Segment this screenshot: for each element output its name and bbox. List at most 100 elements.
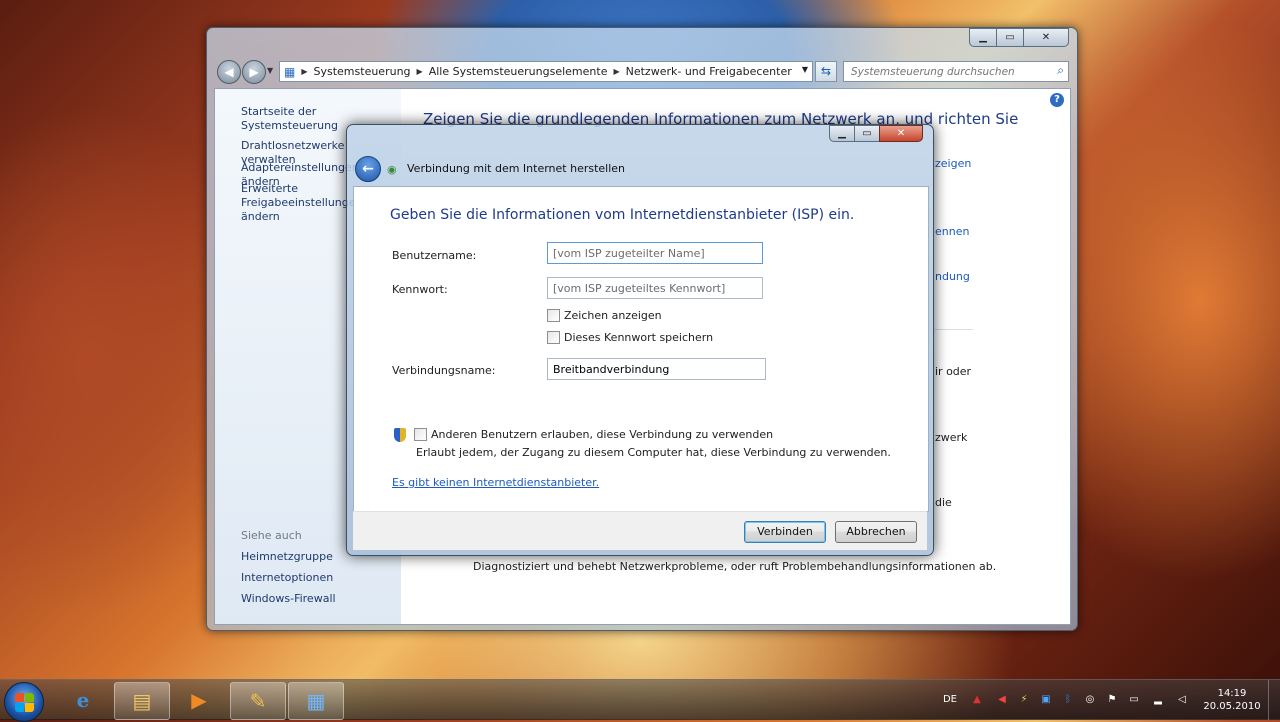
network-globe-icon: ◉ [387,163,397,176]
start-button[interactable] [4,682,44,722]
windows-logo-icon [14,692,24,702]
tray-network-icon[interactable]: ▣ [1040,694,1052,706]
checkbox-box[interactable] [547,309,560,322]
tray-volume-icon[interactable]: ◁ [1176,694,1188,706]
connect-button[interactable]: Verbinden [744,521,826,543]
dialog-instruction: Geben Sie die Informationen vom Internet… [390,207,855,223]
taskbar-paint[interactable]: ✎ [230,682,286,720]
close-button[interactable]: ✕ [1023,28,1069,47]
paint-icon: ✎ [249,689,267,713]
checkbox-box[interactable] [547,331,560,344]
password-label: Kennwort: [392,283,448,296]
link-homegroup[interactable]: Heimnetzgruppe [241,550,333,564]
back-button[interactable]: ◀ [217,60,241,84]
partial-link[interactable]: zeigen [935,157,971,170]
partial-text: zwerk [935,431,968,444]
refresh-icon: ⇆ [820,64,832,78]
internet-explorer-icon: e [76,688,90,712]
breadcrumb-all-items[interactable]: Alle Systemsteuerungselemente [429,65,608,78]
dialog-back-button[interactable]: ← [355,156,381,182]
clock-date: 20.05.2010 [1203,701,1261,712]
dialog-body: Geben Sie die Informationen vom Internet… [353,186,929,512]
address-bar[interactable]: ▦ ▶ Systemsteuerung ▶ Alle Systemsteueru… [279,61,813,82]
tray-signal-icon[interactable]: ▂ [1152,694,1164,706]
save-password-label: Dieses Kennwort speichern [564,331,714,344]
username-field[interactable] [547,242,763,264]
help-icon[interactable]: ? [1050,93,1064,107]
uac-shield-icon [394,428,406,442]
recent-pages-dropdown[interactable]: ▼ [267,66,273,75]
media-player-icon: ▶ [191,688,207,712]
clock-time: 14:19 [1217,688,1247,699]
see-also-heading: Siehe auch [241,529,302,542]
password-field[interactable] [547,277,763,299]
connection-name-label: Verbindungsname: [392,364,496,377]
username-label: Benutzername: [392,249,477,262]
link-windows-firewall[interactable]: Windows-Firewall [241,592,336,606]
dialog-header: ← ◉ Verbindung mit dem Internet herstell… [353,153,927,186]
link-internet-options[interactable]: Internetoptionen [241,571,333,585]
show-desktop-button[interactable] [1268,680,1280,720]
partial-text: die [935,496,952,509]
search-box[interactable]: ⌕ [843,61,1069,82]
tray-safely-remove-icon[interactable]: ▭ [1128,694,1140,706]
allow-others-description: Erlaubt jedem, der Zugang zu diesem Comp… [416,446,891,459]
no-isp-link[interactable]: Es gibt keinen Internetdienstanbieter. [392,476,599,489]
show-characters-checkbox[interactable]: Zeichen anzeigen [547,309,662,322]
dialog-minimize-button[interactable]: ▁ [829,125,855,142]
breadcrumb-network-center[interactable]: Netzwerk- und Freigabecenter [626,65,792,78]
window-caption-buttons: ▁ ▭ ✕ [969,28,1069,47]
search-icon[interactable]: ⌕ [1057,63,1064,78]
forward-button[interactable]: ▶ [242,60,266,84]
partial-link[interactable]: ndung [935,270,970,283]
back-arrow-icon: ◀ [224,65,234,79]
tray-action-center-icon[interactable]: ⚑ [1106,694,1118,706]
refresh-button[interactable]: ⇆ [815,61,837,82]
windows-logo-icon [14,702,24,712]
allow-others-label: Anderen Benutzern erlauben, diese Verbin… [431,428,774,441]
allow-others-checkbox[interactable]: Anderen Benutzern erlauben, diese Verbin… [414,428,773,441]
taskbar-explorer[interactable]: ▤ [114,682,170,720]
taskbar-control-panel[interactable]: ▦ [288,682,344,720]
checkbox-box[interactable] [414,428,427,441]
show-characters-label: Zeichen anzeigen [564,309,662,322]
connection-name-field[interactable] [547,358,766,380]
partial-link[interactable]: ennen [935,225,969,238]
language-indicator[interactable]: DE [942,694,958,706]
partial-text: ir oder [935,365,972,378]
back-arrow-icon: ← [362,161,374,177]
tray-device-icon[interactable]: ◎ [1084,694,1096,706]
windows-logo-icon [24,702,34,712]
taskbar-internet-explorer[interactable]: e [56,682,110,718]
dialog-caption-buttons: ▁ ▭ ✕ [829,125,923,142]
connect-to-internet-dialog: ▁ ▭ ✕ ← ◉ Verbindung mit dem Internet he… [346,124,934,556]
cancel-button[interactable]: Abbrechen [835,521,917,543]
breadcrumb-systemsteuerung[interactable]: Systemsteuerung [314,65,411,78]
dialog-close-button[interactable]: ✕ [879,125,923,142]
tray-flag-icon[interactable]: ▲ [971,694,983,706]
search-input[interactable] [849,64,1043,79]
taskbar-clock[interactable]: 14:19 20.05.2010 [1200,687,1264,713]
dialog-title: Verbindung mit dem Internet herstellen [407,162,626,175]
address-dropdown-icon[interactable]: ▼ [802,65,808,74]
troubleshoot-description: Diagnostiziert und behebt Netzwerkproble… [473,560,997,573]
breadcrumb-separator-icon: ▶ [416,67,423,76]
save-password-checkbox[interactable]: Dieses Kennwort speichern [547,331,713,344]
taskbar-media-player[interactable]: ▶ [172,682,226,718]
folder-icon: ▤ [132,689,152,713]
windows-logo-icon [24,692,34,702]
tray-bluetooth-icon[interactable]: ᛒ [1062,694,1074,706]
network-center-icon: ▦ [306,689,326,713]
link-advanced-sharing-1[interactable]: Erweiterte [241,182,298,196]
taskbar: e ▤ ▶ ✎ ▦ DE ▲ ◀ ⚡ ▣ ᛒ ◎ ⚑ ▭ ▂ ◁ 14:19 2… [0,679,1280,722]
forward-arrow-icon: ▶ [249,65,259,79]
dialog-maximize-button[interactable]: ▭ [854,125,880,142]
maximize-button[interactable]: ▭ [996,28,1024,47]
tray-speaker-muted-icon[interactable]: ◀ [996,694,1008,706]
tray-power-icon[interactable]: ⚡ [1018,694,1030,706]
breadcrumb-separator-icon: ▶ [613,67,620,76]
breadcrumb-separator-icon: ▶ [301,67,308,76]
minimize-button[interactable]: ▁ [969,28,997,47]
dialog-footer: Verbinden Abbrechen [353,511,927,550]
divider [935,329,973,330]
